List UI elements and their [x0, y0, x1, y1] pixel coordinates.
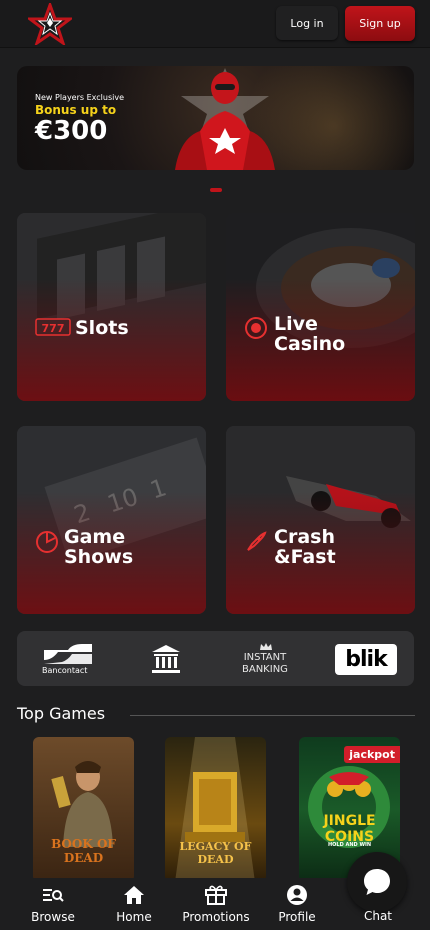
slots-label: Slots: [75, 317, 129, 339]
svg-text:777: 777: [42, 322, 65, 335]
top-games-title: Top Games: [17, 704, 106, 723]
signup-button[interactable]: Sign up: [345, 6, 415, 41]
promo-banner[interactable]: New Players Exclusive Bonus up to €300: [17, 66, 414, 170]
banner-kicker: New Players Exclusive: [35, 93, 124, 102]
bank-icon: [152, 645, 180, 673]
game-subtitle: HOLD AND WIN: [327, 842, 372, 848]
home-icon: [124, 886, 144, 904]
crown-icon: [260, 643, 272, 650]
nav-profile[interactable]: Profile: [257, 878, 337, 924]
category-game-shows[interactable]: 2 10 1 Game Shows: [17, 426, 206, 614]
top-header: Log in Sign up: [0, 0, 430, 48]
gift-icon: [205, 885, 227, 905]
game-card-book-of-dead[interactable]: BOOK OF DEAD: [33, 737, 134, 882]
game-title: BOOK OF DEAD: [51, 837, 116, 865]
rocket-icon: [247, 531, 267, 551]
roulette-chip-icon: [245, 317, 267, 339]
bancontact-label: Bancontact: [42, 666, 88, 675]
banner-text: New Players Exclusive Bonus up to €300: [35, 93, 124, 145]
login-button[interactable]: Log in: [276, 6, 338, 40]
carousel-indicator[interactable]: [210, 188, 222, 192]
category-slots[interactable]: 777 Slots: [17, 213, 206, 401]
instant-banking-text: INSTANT BANKING: [242, 652, 288, 675]
chat-label[interactable]: Chat: [352, 909, 404, 923]
chat-bubble-icon: [364, 869, 390, 895]
game-show-icon: [36, 531, 58, 553]
tile-shade: [226, 426, 415, 614]
category-live-casino[interactable]: Live Casino: [226, 213, 415, 401]
nav-profile-label: Profile: [278, 910, 316, 924]
tile-shade: [226, 213, 415, 401]
nav-home-label: Home: [116, 910, 152, 924]
logo-star-icon[interactable]: [28, 3, 72, 45]
bancontact-logo-icon: [44, 644, 92, 664]
banner-amount: €300: [35, 116, 108, 146]
tile-shade: [17, 426, 206, 614]
superhero-illustration: [175, 68, 275, 170]
nav-promotions[interactable]: Promotions: [176, 878, 256, 924]
chat-button[interactable]: [347, 852, 407, 912]
banner-bonus: Bonus up to: [35, 103, 117, 117]
nav-promotions-label: Promotions: [182, 910, 250, 924]
nav-browse-label: Browse: [31, 910, 75, 924]
crash-fast-label: Crash &Fast: [274, 526, 336, 568]
profile-icon: [287, 885, 307, 905]
instant-banking-label: INSTANT BANKING: [242, 652, 288, 676]
jackpot-badge: jackpot: [344, 746, 400, 763]
nav-browse[interactable]: Browse: [13, 878, 93, 924]
slots-777-icon: 777: [35, 318, 71, 336]
category-crash-fast[interactable]: Crash &Fast: [226, 426, 415, 614]
blik-logo: blik: [335, 644, 397, 675]
game-title: JINGLE COINS: [323, 813, 376, 845]
browse-icon: [43, 889, 64, 902]
tile-shade: [17, 213, 206, 401]
game-card-legacy-of-dead[interactable]: LEGACY OF DEAD: [165, 737, 266, 882]
game-shows-label: Game Shows: [64, 526, 134, 568]
game-title: LEGACY OF DEAD: [179, 840, 252, 866]
section-divider: [130, 715, 415, 716]
nav-home[interactable]: Home: [94, 878, 174, 924]
payment-methods-strip: Bancontact INSTANT BANKING blik: [17, 631, 414, 686]
live-casino-label: Live Casino: [274, 313, 346, 355]
